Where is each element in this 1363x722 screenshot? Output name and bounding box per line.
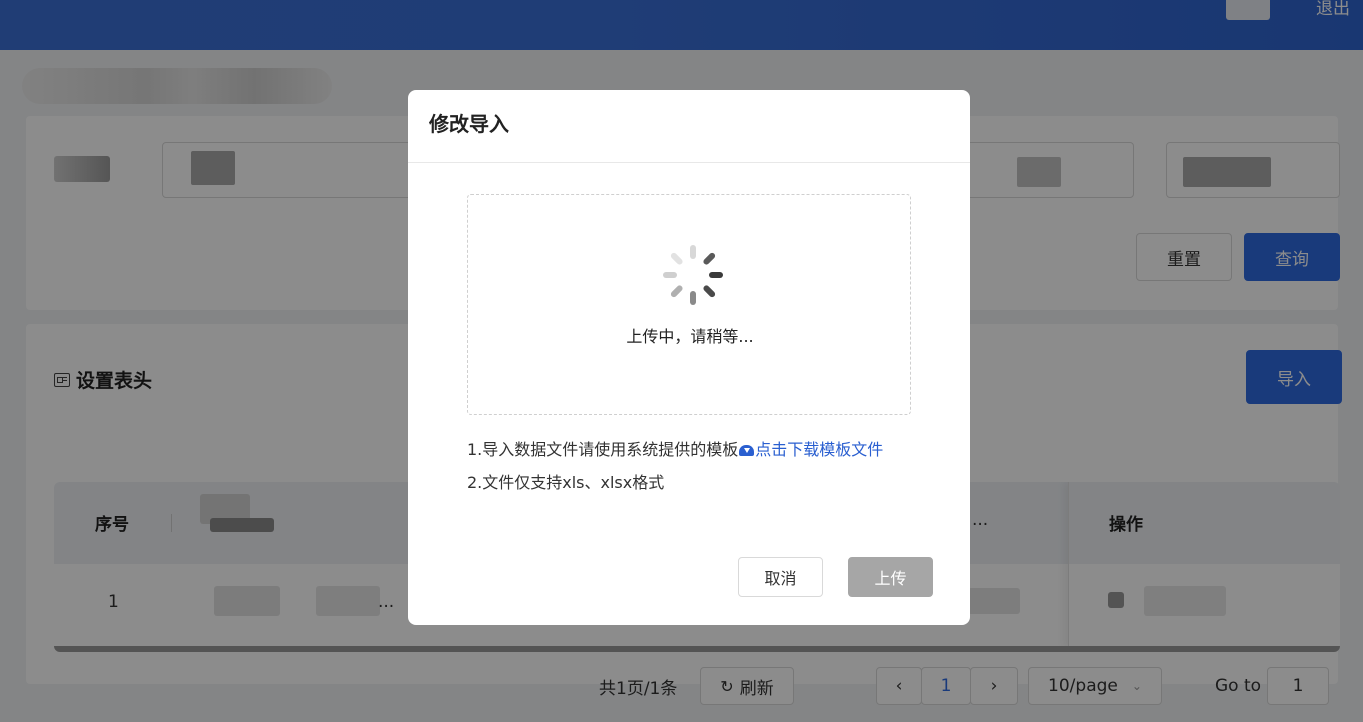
- download-template-label: 点击下载模板文件: [755, 440, 884, 459]
- download-template-link[interactable]: 点击下载模板文件: [738, 440, 883, 459]
- upload-button[interactable]: 上传: [848, 557, 933, 597]
- import-modal: 修改导入 上传中，请稍等... 1.导入数据文件请使用系统提供的模板 点击下载模板…: [408, 90, 970, 625]
- loading-spinner-icon: [664, 245, 724, 305]
- modal-title: 修改导入: [429, 112, 509, 136]
- hint-line-2: 2.文件仅支持xls、xlsx格式: [467, 473, 665, 492]
- hint-line-1-text: 1.导入数据文件请使用系统提供的模板: [467, 440, 739, 459]
- modal-divider: [408, 162, 970, 163]
- upload-dropzone[interactable]: 上传中，请稍等...: [467, 194, 911, 415]
- hint-line-1: 1.导入数据文件请使用系统提供的模板 点击下载模板文件: [467, 436, 883, 460]
- cancel-button[interactable]: 取消: [738, 557, 823, 597]
- uploading-text: 上传中，请稍等...: [626, 327, 754, 346]
- cloud-download-icon: [739, 445, 755, 456]
